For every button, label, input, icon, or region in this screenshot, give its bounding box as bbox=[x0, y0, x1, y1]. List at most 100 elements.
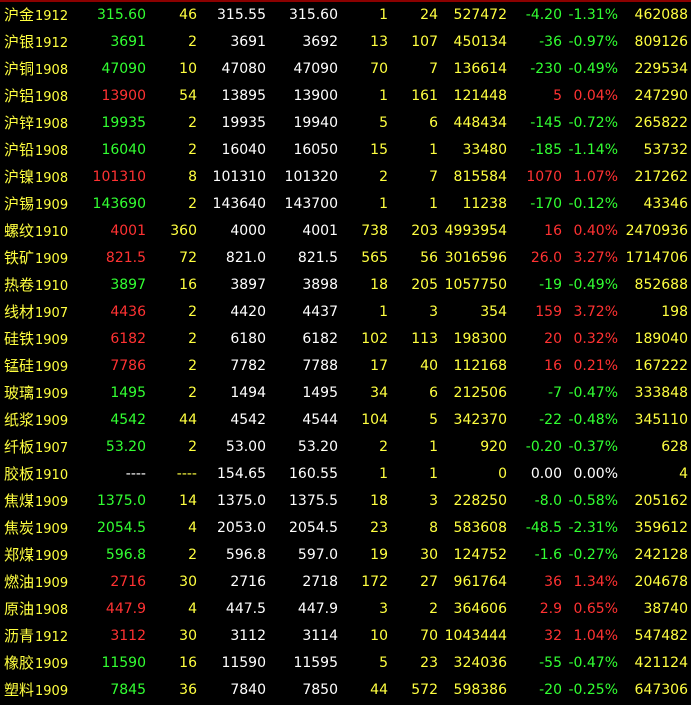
ask-price: 7788 bbox=[302, 358, 338, 374]
ask-volume: 161 bbox=[411, 88, 438, 104]
quote-row[interactable]: 沪金1912 315.60 46 315.55 315.60 1 24 527472 -4.20… bbox=[0, 2, 691, 29]
total-volume: 33480 bbox=[462, 142, 507, 158]
open-interest: 2470936 bbox=[625, 223, 688, 239]
quote-row[interactable]: 焦炭1909 2054.5 4 2053.0 2054.5 23 8 583608 -48.5-… bbox=[0, 515, 691, 542]
quote-row[interactable]: 燃油1909 2716 30 2716 2718 172 27 961764 36 1.34% 20… bbox=[0, 569, 691, 596]
quote-row[interactable]: 纸浆1909 4542 44 4542 4544 104 5 342370 -22 -0.48% 3… bbox=[0, 407, 691, 434]
quote-row[interactable]: 郑煤1909 596.8 2 596.8 597.0 19 30 124752 -1.6 -0.2… bbox=[0, 542, 691, 569]
ask-price: 160.55 bbox=[289, 466, 338, 482]
quote-row[interactable]: 沪锌1908 19935 2 19935 19940 5 6 448434 -145 -0.72%… bbox=[0, 110, 691, 137]
last-volume: 10 bbox=[179, 61, 197, 77]
percent-change: -0.25% bbox=[568, 682, 618, 698]
last-price: 7845 bbox=[110, 682, 146, 698]
last-volume: 2 bbox=[188, 358, 197, 374]
last-price: ---- bbox=[125, 466, 146, 482]
last-volume: 30 bbox=[179, 628, 197, 644]
quote-row[interactable]: 胶板1910 ---- ---- 154.65 160.55 1 1 0 0.00 0.00% 4 bbox=[0, 461, 691, 488]
total-volume: 4993954 bbox=[444, 223, 507, 239]
percent-change: 0.00% bbox=[573, 466, 618, 482]
ask-price: 2718 bbox=[302, 574, 338, 590]
open-interest: 333848 bbox=[634, 385, 688, 401]
bid-price: 6180 bbox=[230, 331, 266, 347]
ask-price: 4544 bbox=[302, 412, 338, 428]
open-interest: 43346 bbox=[643, 196, 688, 212]
last-volume: ---- bbox=[176, 466, 197, 482]
last-price: 447.9 bbox=[105, 601, 146, 617]
open-interest: 189040 bbox=[634, 331, 688, 347]
total-volume: 212506 bbox=[453, 385, 507, 401]
quote-row[interactable]: 玻璃1909 1495 2 1494 1495 34 6 212506 -7 -0.47% 3338… bbox=[0, 380, 691, 407]
quote-row[interactable]: 沪锡1909 143690 2 143640 143700 1 1 11238 -170 -0.1… bbox=[0, 191, 691, 218]
quote-row[interactable]: 锰硅1909 7786 2 7782 7788 17 40 112168 16 0.21% 1672… bbox=[0, 353, 691, 380]
last-price: 1375.0 bbox=[97, 493, 146, 509]
bid-volume: 5 bbox=[379, 655, 388, 671]
commodity-name: 玻璃 bbox=[4, 384, 35, 402]
bid-price: 3112 bbox=[230, 628, 266, 644]
quote-row[interactable]: 热卷1910 3897 16 3897 3898 18 205 1057750 -19 -0.49… bbox=[0, 272, 691, 299]
price-change: -22 bbox=[539, 412, 562, 428]
bid-volume: 13 bbox=[370, 34, 388, 50]
commodity-name: 铁矿 bbox=[4, 249, 35, 267]
percent-change: 1.04% bbox=[573, 628, 618, 644]
last-volume: 14 bbox=[179, 493, 197, 509]
open-interest: 1714706 bbox=[625, 250, 688, 266]
bid-volume: 1 bbox=[379, 88, 388, 104]
total-volume: 112168 bbox=[453, 358, 507, 374]
percent-change: 1.34% bbox=[573, 574, 618, 590]
total-volume: 920 bbox=[480, 439, 507, 455]
open-interest: 628 bbox=[661, 439, 688, 455]
quote-row[interactable]: 铁矿1909 821.5 72 821.0 821.5 565 56 3016596 26.0 3… bbox=[0, 245, 691, 272]
price-change: -8.0 bbox=[534, 493, 562, 509]
ask-volume: 56 bbox=[420, 250, 438, 266]
commodity-name: 沪锌 bbox=[4, 114, 35, 132]
last-volume: 30 bbox=[179, 574, 197, 590]
percent-change: -0.27% bbox=[568, 547, 618, 563]
percent-change: -0.49% bbox=[568, 277, 618, 293]
last-price: 6182 bbox=[110, 331, 146, 347]
quote-row[interactable]: 沥青1912 3112 30 3112 3114 10 70 1043444 32 1.04% 54… bbox=[0, 623, 691, 650]
quote-row[interactable]: 焦煤1909 1375.0 14 1375.0 1375.5 18 3 228250 -8.0-… bbox=[0, 488, 691, 515]
quote-row[interactable]: 沪银1912 3691 2 3691 3692 13 107 450134 -36 -0.97% 8… bbox=[0, 29, 691, 56]
ask-price: 3114 bbox=[302, 628, 338, 644]
quote-row[interactable]: 沪铜1908 47090 10 47080 47090 70 7 136614 -230 -0.4… bbox=[0, 56, 691, 83]
percent-change: -0.47% bbox=[568, 655, 618, 671]
bid-volume: 34 bbox=[370, 385, 388, 401]
price-change: -20 bbox=[539, 682, 562, 698]
price-change: 16 bbox=[544, 358, 562, 374]
percent-change: 3.27% bbox=[573, 250, 618, 266]
quote-row[interactable]: 沪铝1908 13900 54 13895 13900 1 161 121448 5 0.04% 2… bbox=[0, 83, 691, 110]
quote-row[interactable]: 硅铁1909 6182 2 6180 6182 102 113 198300 20 0.32% 18… bbox=[0, 326, 691, 353]
total-volume: 11238 bbox=[462, 196, 507, 212]
ask-volume: 24 bbox=[420, 7, 438, 23]
quote-row[interactable]: 原油1908 447.9 4 447.5 447.9 3 2 364606 2.9 0.65% 38… bbox=[0, 596, 691, 623]
quote-row[interactable]: 沪铅1908 16040 2 16040 16050 15 1 33480 -185 -1.14%… bbox=[0, 137, 691, 164]
bid-volume: 19 bbox=[370, 547, 388, 563]
ask-price: 53.20 bbox=[297, 439, 338, 455]
commodity-name: 纤板 bbox=[4, 438, 35, 456]
quote-row[interactable]: 橡胶1909 11590 16 11590 11595 5 23 324036 -55 -0.47… bbox=[0, 650, 691, 677]
quote-row[interactable]: 螺纹1910 4001 360 4000 4001 738 203 4993954 16 0.40… bbox=[0, 218, 691, 245]
quote-row[interactable]: 塑料1909 7845 36 7840 7850 44 572 598386 -20 -0.25%… bbox=[0, 677, 691, 704]
ask-price: 6182 bbox=[302, 331, 338, 347]
last-volume: 72 bbox=[179, 250, 197, 266]
last-price: 53.20 bbox=[105, 439, 146, 455]
last-volume: 16 bbox=[179, 277, 197, 293]
ask-price: 2054.5 bbox=[289, 520, 338, 536]
last-volume: 2 bbox=[188, 331, 197, 347]
price-change: -170 bbox=[530, 196, 562, 212]
ask-price: 13900 bbox=[293, 88, 338, 104]
commodity-name: 沪铅 bbox=[4, 141, 35, 159]
commodity-name: 硅铁 bbox=[4, 330, 35, 348]
bid-volume: 70 bbox=[370, 61, 388, 77]
quote-row[interactable]: 纤板1907 53.20 2 53.00 53.20 2 1 920 -0.20 -0.37% 62… bbox=[0, 434, 691, 461]
last-price: 16040 bbox=[101, 142, 146, 158]
ask-price: 315.60 bbox=[289, 7, 338, 23]
total-volume: 228250 bbox=[453, 493, 507, 509]
quote-row[interactable]: 沪镍1908 101310 8 101310 101320 2 7 815584 1070 1.0… bbox=[0, 164, 691, 191]
total-volume: 364606 bbox=[453, 601, 507, 617]
quote-row[interactable]: 线材1907 4436 2 4420 4437 1 3 354 159 3.72% 198 bbox=[0, 299, 691, 326]
ask-volume: 8 bbox=[429, 520, 438, 536]
ask-volume: 5 bbox=[429, 412, 438, 428]
ask-volume: 7 bbox=[429, 169, 438, 185]
last-price: 4436 bbox=[110, 304, 146, 320]
